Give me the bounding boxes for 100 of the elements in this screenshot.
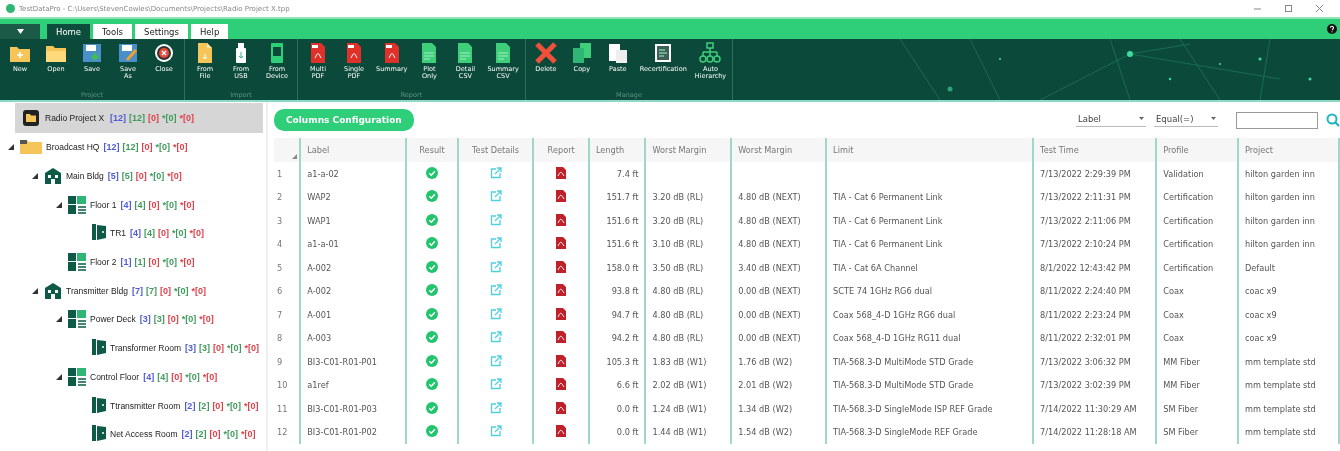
- column-header[interactable]: Label: [300, 138, 407, 162]
- table-cell: 8/11/2022 2:24:40 PM: [1033, 279, 1157, 303]
- table-cell: 3.20 dB (RL): [645, 209, 732, 233]
- column-header[interactable]: Project: [1237, 138, 1339, 162]
- ribbon-tab[interactable]: Home: [47, 24, 91, 39]
- column-header[interactable]: Worst Margin: [645, 138, 732, 162]
- help-icon[interactable]: [1327, 24, 1337, 34]
- project-row[interactable]: Radio Project X [12] [12] [0] *[0] *[0]: [15, 103, 263, 133]
- table-cell: 7/13/2022 2:11:06 PM: [1033, 209, 1157, 233]
- column-header[interactable]: Result: [406, 138, 458, 162]
- close-icon[interactable]: [1315, 4, 1324, 13]
- expanded-caret-icon[interactable]: [8, 144, 14, 151]
- tree-item[interactable]: TR1 [4] [4] [0] *[0] *[0]: [0, 219, 266, 248]
- row-number: 2: [274, 185, 301, 209]
- column-header[interactable]: Test Time: [1033, 138, 1157, 162]
- count-label: [4]: [144, 228, 156, 239]
- count-label: [1]: [134, 257, 146, 268]
- tree-item-label: Broadcast HQ: [46, 142, 100, 153]
- table-cell: 0.0 ft: [588, 397, 646, 421]
- count-label: [0]: [212, 400, 224, 411]
- tree-item[interactable]: Power Deck [3] [3] [0] *[0] *[0]: [0, 305, 266, 334]
- tree-item[interactable]: Ttransmitter Room [2] [2] [0] *[0] *[0]: [0, 391, 266, 420]
- row-number: 4: [274, 232, 301, 256]
- count-label: [0]: [171, 371, 183, 382]
- pdf-file-icon[interactable]: [556, 284, 567, 297]
- table-cell: hilton garden inn: [1237, 162, 1339, 186]
- count-label: [5]: [121, 171, 133, 182]
- count-label: *[0]: [172, 228, 187, 239]
- pdf-file-icon[interactable]: [556, 354, 567, 367]
- tree-item[interactable]: Floor 1 [4] [4] [0] *[0] *[0]: [0, 190, 266, 220]
- filter-dropdown[interactable]: Label: [1076, 113, 1146, 127]
- count-label: *[0]: [174, 285, 189, 296]
- table-cell: hilton garden inn: [1237, 209, 1339, 233]
- table-cell: 7/13/2022 2:29:39 PM: [1033, 162, 1157, 186]
- table-cell: BI3-C01-R01-P01: [300, 350, 407, 374]
- count-label: [2]: [184, 400, 196, 411]
- column-header[interactable]: Test Details: [457, 138, 534, 162]
- table-cell: 7/14/2022 11:30:29 AM: [1033, 397, 1157, 421]
- count-label: [1]: [120, 257, 132, 268]
- table-cell: A-002: [300, 256, 407, 280]
- column-header[interactable]: Length: [588, 138, 646, 162]
- pdf-file-icon[interactable]: [556, 307, 567, 320]
- filter-dropdown[interactable]: Equal(=): [1154, 113, 1218, 127]
- paste-icon: [606, 42, 629, 64]
- floor-plan-icon: [68, 310, 86, 329]
- tree-item[interactable]: Transmitter Bldg [7] [7] [0] *[0] *[0]: [0, 276, 266, 306]
- table-cell: TIA-568.3-D SingleMode REF Grade: [826, 420, 1034, 444]
- column-header[interactable]: Worst Margin: [731, 138, 827, 162]
- expanded-caret-icon[interactable]: [56, 373, 62, 380]
- sort-corner-icon: [292, 154, 298, 159]
- ribbon-tab[interactable]: Help: [190, 24, 229, 39]
- table-cell: Coax: [1156, 326, 1238, 350]
- pdf-file-icon[interactable]: [556, 425, 567, 438]
- table-cell: TIA - Cat 6 Permanent Link: [826, 185, 1034, 209]
- count-label: [4]: [134, 199, 146, 210]
- table-cell: TIA - Cat 6 Permanent Link: [826, 232, 1034, 256]
- expanded-caret-icon[interactable]: [32, 173, 38, 180]
- tree-item[interactable]: Control Floor [4] [4] [0] *[0] *[0]: [0, 362, 266, 392]
- expanded-caret-icon[interactable]: [56, 201, 62, 208]
- pdf-file-icon[interactable]: [556, 166, 567, 179]
- tree-item-label: Power Deck: [90, 314, 136, 325]
- pdf-file-icon[interactable]: [556, 331, 567, 344]
- pdf-file-icon[interactable]: [556, 237, 567, 250]
- table-cell: Certification: [1156, 256, 1238, 280]
- tree-item[interactable]: Floor 2 [1] [1] [0] *[0] *[0]: [0, 247, 266, 277]
- count-label: [4]: [130, 228, 142, 239]
- maximize-icon[interactable]: [1284, 4, 1293, 13]
- pdf-file-icon[interactable]: [556, 378, 567, 391]
- count-label: [12]: [110, 113, 127, 123]
- column-header[interactable]: Profile: [1156, 138, 1238, 162]
- column-header[interactable]: Limit: [826, 138, 1034, 162]
- pdf-file-icon[interactable]: [556, 260, 567, 273]
- tree-item-label: Net Access Room: [110, 429, 178, 440]
- ribbon-tab[interactable]: Settings: [135, 24, 188, 39]
- hierarchy-icon: [699, 42, 722, 64]
- tree-item[interactable]: Main Bldg [5] [5] [0] *[0] *[0]: [0, 161, 266, 191]
- pdf-file-icon[interactable]: [556, 190, 567, 203]
- table-cell: WAP1: [300, 209, 407, 233]
- expanded-caret-icon[interactable]: [32, 287, 38, 294]
- ribbon-tab[interactable]: Tools: [93, 24, 133, 39]
- table-cell: 1.24 dB (W1): [645, 397, 732, 421]
- expanded-caret-icon[interactable]: [56, 316, 62, 323]
- count-label: [3]: [139, 314, 151, 325]
- table-cell: mm template std: [1237, 420, 1339, 444]
- tree-item[interactable]: Transformer Room [3] [3] [0] *[0] *[0]: [0, 333, 266, 363]
- column-header[interactable]: Report: [533, 138, 589, 162]
- table-cell: BI3-C01-R01-P02: [300, 420, 407, 444]
- tree-item-label: Control Floor: [90, 371, 140, 382]
- pdf-file-icon[interactable]: [556, 213, 567, 226]
- tree-item[interactable]: Broadcast HQ [12] [12] [0] *[0] *[0]: [0, 133, 266, 162]
- table-cell: SM Fiber: [1156, 397, 1238, 421]
- door-icon: [92, 425, 106, 444]
- table-cell: 7/13/2022 2:10:24 PM: [1033, 232, 1157, 256]
- close-circle-icon: [153, 42, 175, 64]
- search-field[interactable]: [1236, 111, 1318, 129]
- tree-item[interactable]: Net Access Room [2] [2] [0] *[0] *[0]: [0, 419, 266, 449]
- app-menu-button[interactable]: [0, 24, 40, 39]
- pdf-file-icon[interactable]: [556, 401, 567, 414]
- count-label: [2]: [181, 429, 193, 440]
- app-logo-icon: [6, 4, 15, 13]
